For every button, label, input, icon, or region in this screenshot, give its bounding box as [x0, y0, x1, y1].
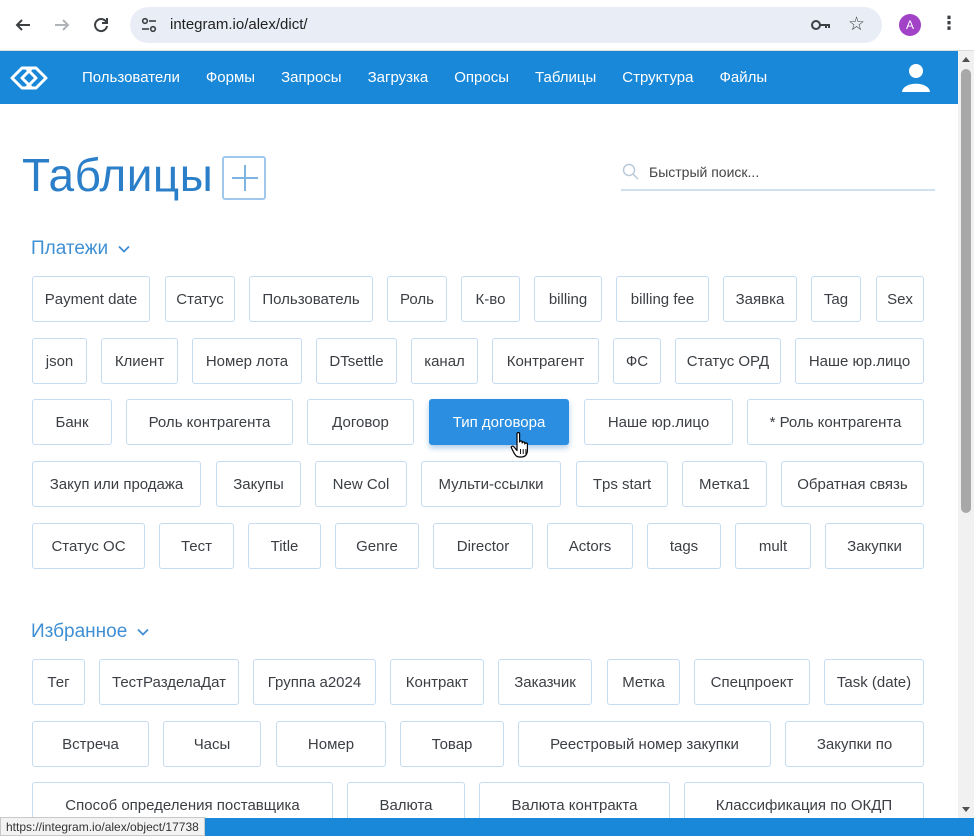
table-chip[interactable]: Контракт: [390, 659, 484, 705]
table-chip[interactable]: Закупы: [216, 461, 301, 507]
table-chip[interactable]: канал: [411, 338, 478, 384]
search-input[interactable]: [649, 161, 929, 183]
table-chip[interactable]: Статус ОС: [32, 523, 145, 569]
table-chip[interactable]: Sex: [876, 276, 924, 322]
nav-item-upload[interactable]: Загрузка: [368, 69, 429, 86]
hand-cursor-icon: [510, 432, 528, 458]
table-chip[interactable]: json: [32, 338, 87, 384]
nav-item-files[interactable]: Файлы: [719, 69, 767, 86]
table-chip[interactable]: ФС: [613, 338, 661, 384]
nav-item-queries[interactable]: Запросы: [281, 69, 342, 86]
star-icon[interactable]: ☆: [848, 13, 865, 35]
forward-arrow-icon[interactable]: [49, 12, 75, 38]
chevron-down-icon: [137, 628, 149, 636]
table-chip[interactable]: Наше юр.лицо: [795, 338, 924, 384]
table-chip[interactable]: Банк: [32, 399, 112, 445]
table-chip[interactable]: Спецпроект: [694, 659, 810, 705]
scroll-down-arrow-icon[interactable]: [962, 807, 970, 812]
table-chip[interactable]: Обратная связь: [781, 461, 924, 507]
table-chip[interactable]: Группа а2024: [253, 659, 376, 705]
table-chip[interactable]: Пользователь: [249, 276, 373, 322]
table-chip[interactable]: Метка: [607, 659, 680, 705]
user-icon[interactable]: [900, 61, 932, 93]
page-title: Таблицы: [22, 149, 214, 201]
add-table-button[interactable]: [222, 156, 266, 200]
table-chip[interactable]: Закупки: [825, 523, 924, 569]
table-chip[interactable]: Часы: [163, 721, 261, 767]
table-chip[interactable]: Статус: [165, 276, 235, 322]
table-chip[interactable]: Payment date: [32, 276, 150, 322]
table-chip[interactable]: Роль: [387, 276, 447, 322]
nav-item-forms[interactable]: Формы: [206, 69, 255, 86]
quick-search: [621, 155, 935, 191]
table-chip[interactable]: Статус ОРД: [675, 338, 781, 384]
search-icon: [622, 163, 639, 180]
page-scrollbar[interactable]: [958, 51, 974, 818]
section-title: Избранное: [31, 621, 128, 642]
table-chip[interactable]: Номер лота: [192, 338, 302, 384]
kebab-menu-icon[interactable]: ⋮: [940, 13, 958, 34]
table-chip[interactable]: Title: [248, 523, 321, 569]
table-chip[interactable]: ТестРазделаДат: [99, 659, 239, 705]
nav-item-surveys[interactable]: Опросы: [454, 69, 509, 86]
status-url: https://integram.io/alex/object/17738: [0, 817, 205, 836]
table-chip[interactable]: Закуп или продажа: [32, 461, 201, 507]
table-chip[interactable]: Тест: [159, 523, 234, 569]
table-chip[interactable]: New Col: [315, 461, 407, 507]
table-chip[interactable]: Tag: [811, 276, 861, 322]
table-chip[interactable]: mult: [735, 523, 811, 569]
app-navbar: Пользователи Формы Запросы Загрузка Опро…: [0, 51, 958, 104]
table-chip[interactable]: Контрагент: [492, 338, 599, 384]
table-chip[interactable]: Роль контрагента: [126, 399, 293, 445]
table-chip[interactable]: * Роль контрагента: [747, 399, 924, 445]
address-url[interactable]: integram.io/alex/dict/: [170, 16, 308, 33]
table-chip[interactable]: Номер: [276, 721, 386, 767]
table-chip[interactable]: Genre: [335, 523, 419, 569]
table-chip[interactable]: Метка1: [682, 461, 767, 507]
table-chip[interactable]: Закупки по: [785, 721, 924, 767]
logo-icon[interactable]: [8, 63, 50, 93]
table-chip-active[interactable]: Тип договора: [429, 399, 569, 445]
table-chip[interactable]: К-во: [461, 276, 520, 322]
table-chip[interactable]: Договор: [307, 399, 414, 445]
nav-item-tables[interactable]: Таблицы: [535, 69, 596, 86]
scroll-up-arrow-icon[interactable]: [962, 57, 970, 62]
section-header-favorites[interactable]: Избранное: [31, 621, 149, 643]
chevron-down-icon: [118, 245, 130, 253]
table-chip[interactable]: Товар: [400, 721, 504, 767]
profile-avatar[interactable]: A: [899, 14, 921, 36]
table-chip[interactable]: Director: [433, 523, 533, 569]
browser-toolbar: integram.io/alex/dict/ ☆ A ⋮: [0, 0, 974, 51]
table-chip[interactable]: Реестровый номер закупки: [518, 721, 771, 767]
table-chip[interactable]: tags: [647, 523, 721, 569]
table-chip[interactable]: Наше юр.лицо: [584, 399, 733, 445]
table-chip[interactable]: billing fee: [616, 276, 709, 322]
key-icon[interactable]: [810, 14, 832, 36]
table-chip[interactable]: Клиент: [101, 338, 178, 384]
nav-item-structure[interactable]: Структура: [622, 69, 693, 86]
table-chip[interactable]: Task (date): [824, 659, 924, 705]
table-chip[interactable]: billing: [534, 276, 602, 322]
table-chip[interactable]: Тег: [32, 659, 85, 705]
nav-item-users[interactable]: Пользователи: [82, 69, 180, 86]
reload-icon[interactable]: [88, 12, 114, 38]
back-arrow-icon[interactable]: [10, 12, 36, 38]
table-chip[interactable]: Встреча: [32, 721, 149, 767]
table-chip[interactable]: Заявка: [723, 276, 797, 322]
section-title: Платежи: [31, 238, 109, 259]
address-bar[interactable]: integram.io/alex/dict/ ☆: [130, 7, 882, 43]
section-header-payments[interactable]: Платежи: [31, 238, 130, 260]
table-chip[interactable]: Tps start: [576, 461, 668, 507]
table-chip[interactable]: DTsettle: [316, 338, 397, 384]
table-chip[interactable]: Actors: [547, 523, 633, 569]
site-settings-icon[interactable]: [140, 16, 158, 34]
table-chip[interactable]: Заказчик: [498, 659, 592, 705]
scroll-thumb[interactable]: [961, 69, 971, 513]
table-chip[interactable]: Мульти-ссылки: [421, 461, 561, 507]
nav-links: Пользователи Формы Запросы Загрузка Опро…: [82, 51, 793, 104]
